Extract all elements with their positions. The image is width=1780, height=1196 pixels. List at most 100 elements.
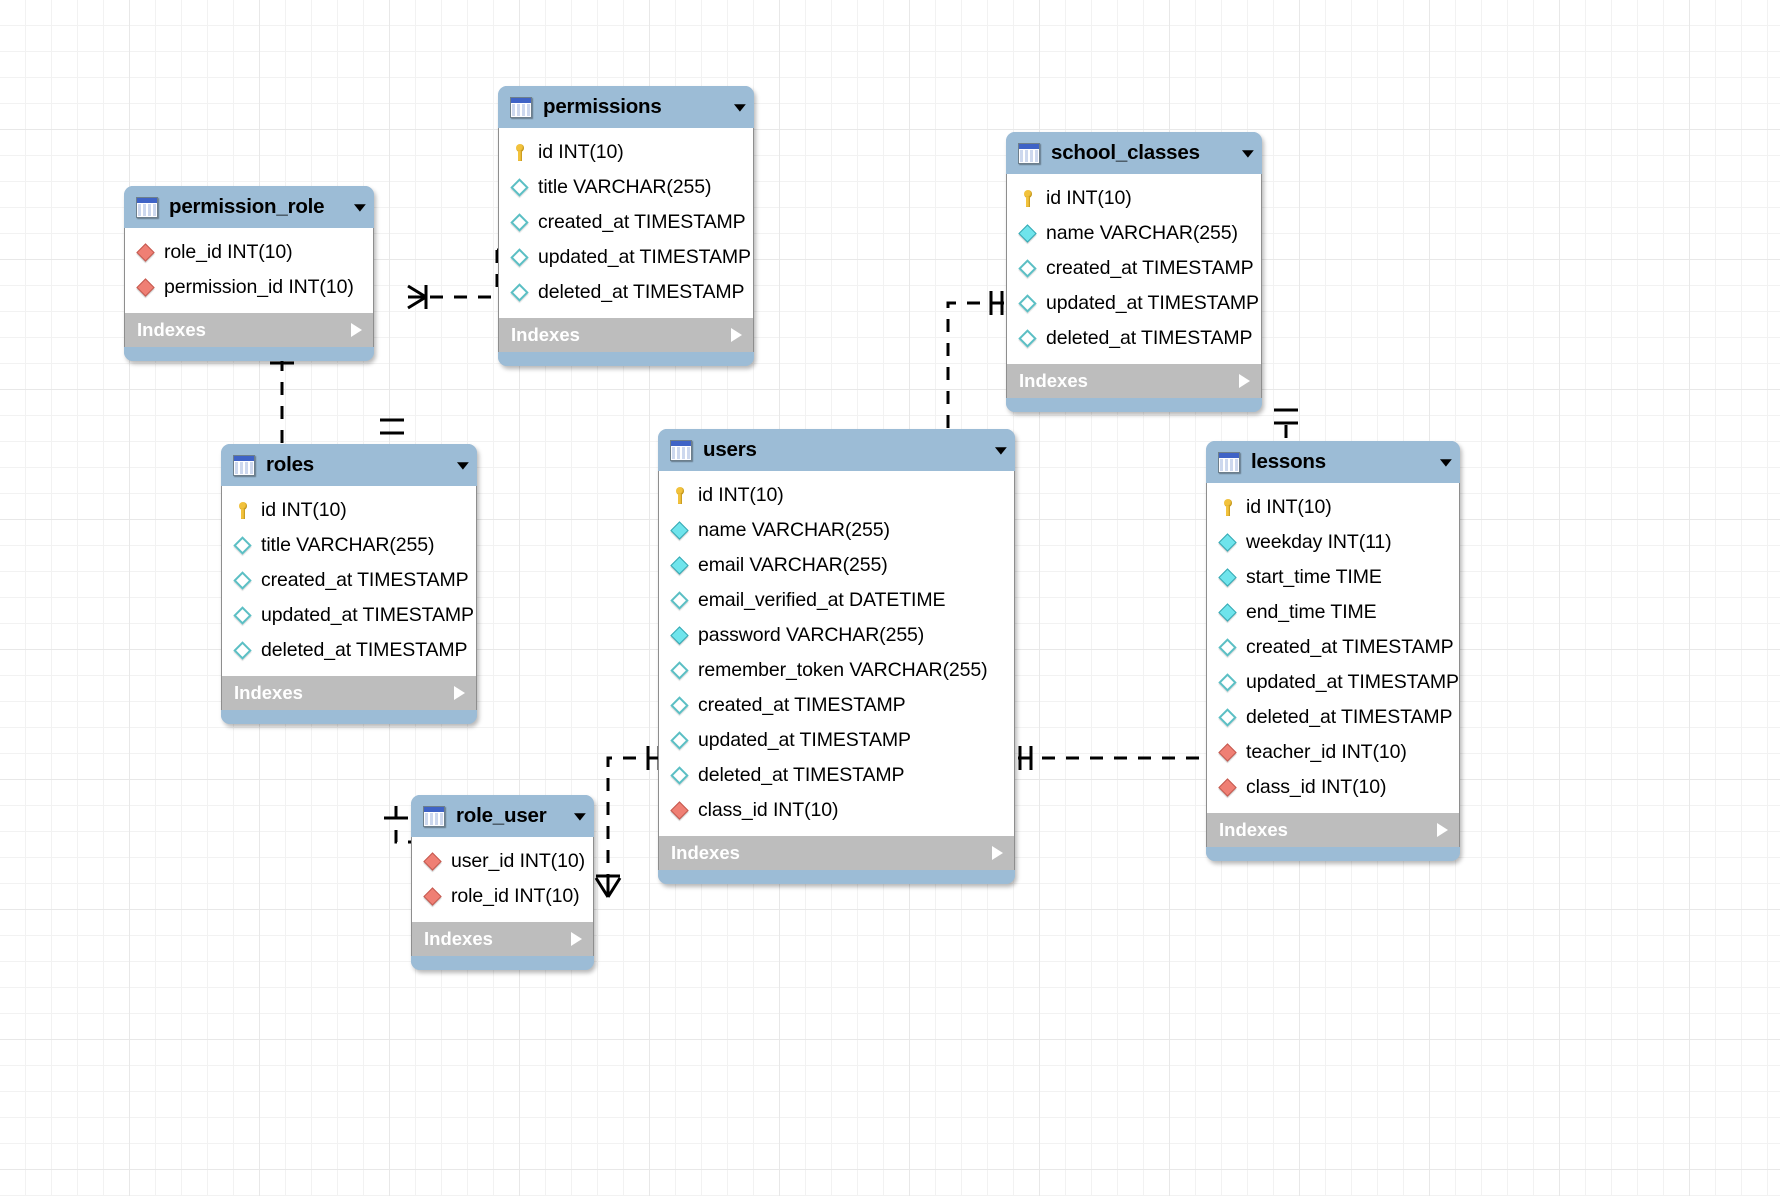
column-label: teacher_id INT(10) [1246,741,1407,764]
chevron-down-icon[interactable]: ▼ [551,810,590,823]
table-roles[interactable]: roles▼ id INT(10)title VARCHAR(255)create… [221,444,477,724]
table-column[interactable]: role_id INT(10) [412,879,593,914]
table-column[interactable]: created_at TIMESTAMP [659,688,1014,723]
nullable-column-icon [670,696,688,714]
table-column[interactable]: name VARCHAR(255) [1007,216,1261,251]
nullable-column-icon [670,661,688,679]
table-column[interactable]: deleted_at TIMESTAMP [222,633,476,668]
foreign-key-icon [423,852,441,870]
table-column[interactable]: password VARCHAR(255) [659,618,1014,653]
er-diagram-canvas[interactable]: permission_role▼ role_id INT(10) permissio… [0,0,1780,1196]
chevron-down-icon[interactable]: ▼ [972,444,1011,457]
table-column[interactable]: id INT(10) [222,493,476,528]
chevron-down-icon[interactable]: ▼ [331,201,370,214]
table-footer [124,347,374,361]
nullable-column-icon [233,571,251,589]
table-column[interactable]: class_id INT(10) [1207,770,1459,805]
expand-right-icon[interactable] [992,846,1003,860]
table-permission_role[interactable]: permission_role▼ role_id INT(10) permissio… [124,186,374,361]
indexes-section-role_user[interactable]: Indexes [411,922,594,956]
table-header-role_user[interactable]: role_user▼ [411,795,594,837]
table-header-permissions[interactable]: permissions▼ [498,86,754,128]
indexes-section-permissions[interactable]: Indexes [498,318,754,352]
table-column[interactable]: created_at TIMESTAMP [1007,251,1261,286]
table-lessons[interactable]: lessons▼ id INT(10) weekday INT(11) start_t… [1206,441,1460,861]
table-column[interactable]: updated_at TIMESTAMP [659,723,1014,758]
table-column[interactable]: permission_id INT(10) [125,270,373,305]
indexes-label: Indexes [137,319,206,341]
table-header-permission_role[interactable]: permission_role▼ [124,186,374,228]
table-column[interactable]: email VARCHAR(255) [659,548,1014,583]
table-column[interactable]: teacher_id INT(10) [1207,735,1459,770]
table-column[interactable]: updated_at TIMESTAMP [499,240,753,275]
column-label: role_id INT(10) [164,241,293,264]
table-column[interactable]: created_at TIMESTAMP [1207,630,1459,665]
table-school_classes[interactable]: school_classes▼id INT(10)name VARCHAR(25… [1006,132,1262,412]
table-column[interactable]: role_id INT(10) [125,235,373,270]
table-column[interactable]: title VARCHAR(255) [222,528,476,563]
table-column[interactable]: id INT(10) [499,135,753,170]
foreign-key-icon [136,243,154,261]
table-users[interactable]: users▼ id INT(10)name VARCHAR(255)email V… [658,429,1015,884]
nullable-column-icon [1018,329,1036,347]
chevron-down-icon[interactable]: ▼ [1417,456,1456,469]
table-column[interactable]: created_at TIMESTAMP [499,205,753,240]
table-column[interactable]: remember_token VARCHAR(255) [659,653,1014,688]
table-column[interactable]: title VARCHAR(255) [499,170,753,205]
column-label: updated_at TIMESTAMP [261,604,474,627]
table-column[interactable]: user_id INT(10) [412,844,593,879]
table-footer [498,352,754,366]
expand-right-icon[interactable] [571,932,582,946]
indexes-section-permission_role[interactable]: Indexes [124,313,374,347]
indexes-section-school_classes[interactable]: Indexes [1006,364,1262,398]
table-permissions[interactable]: permissions▼ id INT(10)title VARCHAR(255)… [498,86,754,366]
indexes-section-users[interactable]: Indexes [658,836,1015,870]
cardinality-one-users-right [1020,746,1031,770]
table-role_user[interactable]: role_user▼ user_id INT(10)role_id INT(10)… [411,795,594,970]
table-column[interactable]: name VARCHAR(255) [659,513,1014,548]
indexes-section-lessons[interactable]: Indexes [1206,813,1460,847]
column-label: remember_token VARCHAR(255) [698,659,988,682]
expand-right-icon[interactable] [454,686,465,700]
nullable-column-icon [670,591,688,609]
expand-right-icon[interactable] [351,323,362,337]
relationship-users-role-user [608,758,660,884]
table-column[interactable]: updated_at TIMESTAMP [1207,665,1459,700]
nullable-column-icon [510,283,528,301]
table-column[interactable]: id INT(10) [1007,181,1261,216]
primary-key-icon [510,143,529,162]
table-column[interactable]: start_time TIME [1207,560,1459,595]
table-column[interactable]: created_at TIMESTAMP [222,563,476,598]
table-header-lessons[interactable]: lessons▼ [1206,441,1460,483]
chevron-down-icon[interactable]: ▼ [1219,147,1258,160]
table-column[interactable]: updated_at TIMESTAMP [1007,286,1261,321]
table-header-school_classes[interactable]: school_classes▼ [1006,132,1262,174]
expand-right-icon[interactable] [731,328,742,342]
primary-key-icon [1018,189,1037,208]
table-header-roles[interactable]: roles▼ [221,444,477,486]
indexes-section-roles[interactable]: Indexes [221,676,477,710]
chevron-down-icon[interactable]: ▼ [711,101,750,114]
chevron-down-icon[interactable]: ▼ [434,459,473,472]
indexes-label: Indexes [1219,819,1288,841]
table-column[interactable]: id INT(10) [659,478,1014,513]
table-header-users[interactable]: users▼ [658,429,1015,471]
expand-right-icon[interactable] [1437,823,1448,837]
table-column[interactable]: email_verified_at DATETIME [659,583,1014,618]
table-column[interactable]: weekday INT(11) [1207,525,1459,560]
table-column[interactable]: updated_at TIMESTAMP [222,598,476,633]
table-column[interactable]: deleted_at TIMESTAMP [1007,321,1261,356]
table-column[interactable]: deleted_at TIMESTAMP [659,758,1014,793]
expand-right-icon[interactable] [1239,374,1250,388]
nullable-column-icon [510,213,528,231]
column-label: weekday INT(11) [1246,531,1392,554]
table-column[interactable]: end_time TIME [1207,595,1459,630]
column-label: end_time TIME [1246,601,1377,624]
table-column[interactable]: deleted_at TIMESTAMP [499,275,753,310]
cardinality-one-school-classes [991,291,1002,315]
table-column[interactable]: id INT(10) [1207,490,1459,525]
foreign-key-icon [136,278,154,296]
table-column[interactable]: class_id INT(10) [659,793,1014,828]
cardinality-many-role-user-right [596,876,620,897]
table-column[interactable]: deleted_at TIMESTAMP [1207,700,1459,735]
